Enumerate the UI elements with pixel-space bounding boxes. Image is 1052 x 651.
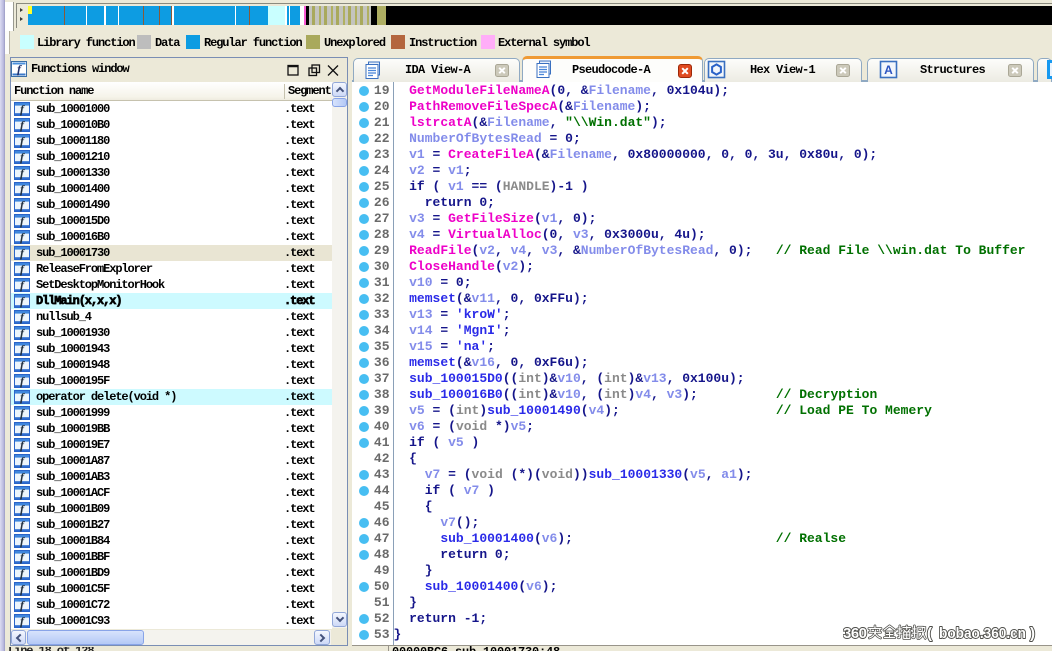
svg-text:(: ( <box>927 625 932 642</box>
svg-text:bobao.360.cn: bobao.360.cn <box>939 625 1026 642</box>
svg-text:360: 360 <box>843 625 867 642</box>
svg-text:): ) <box>1030 625 1035 642</box>
svg-text:A: A <box>884 63 893 77</box>
